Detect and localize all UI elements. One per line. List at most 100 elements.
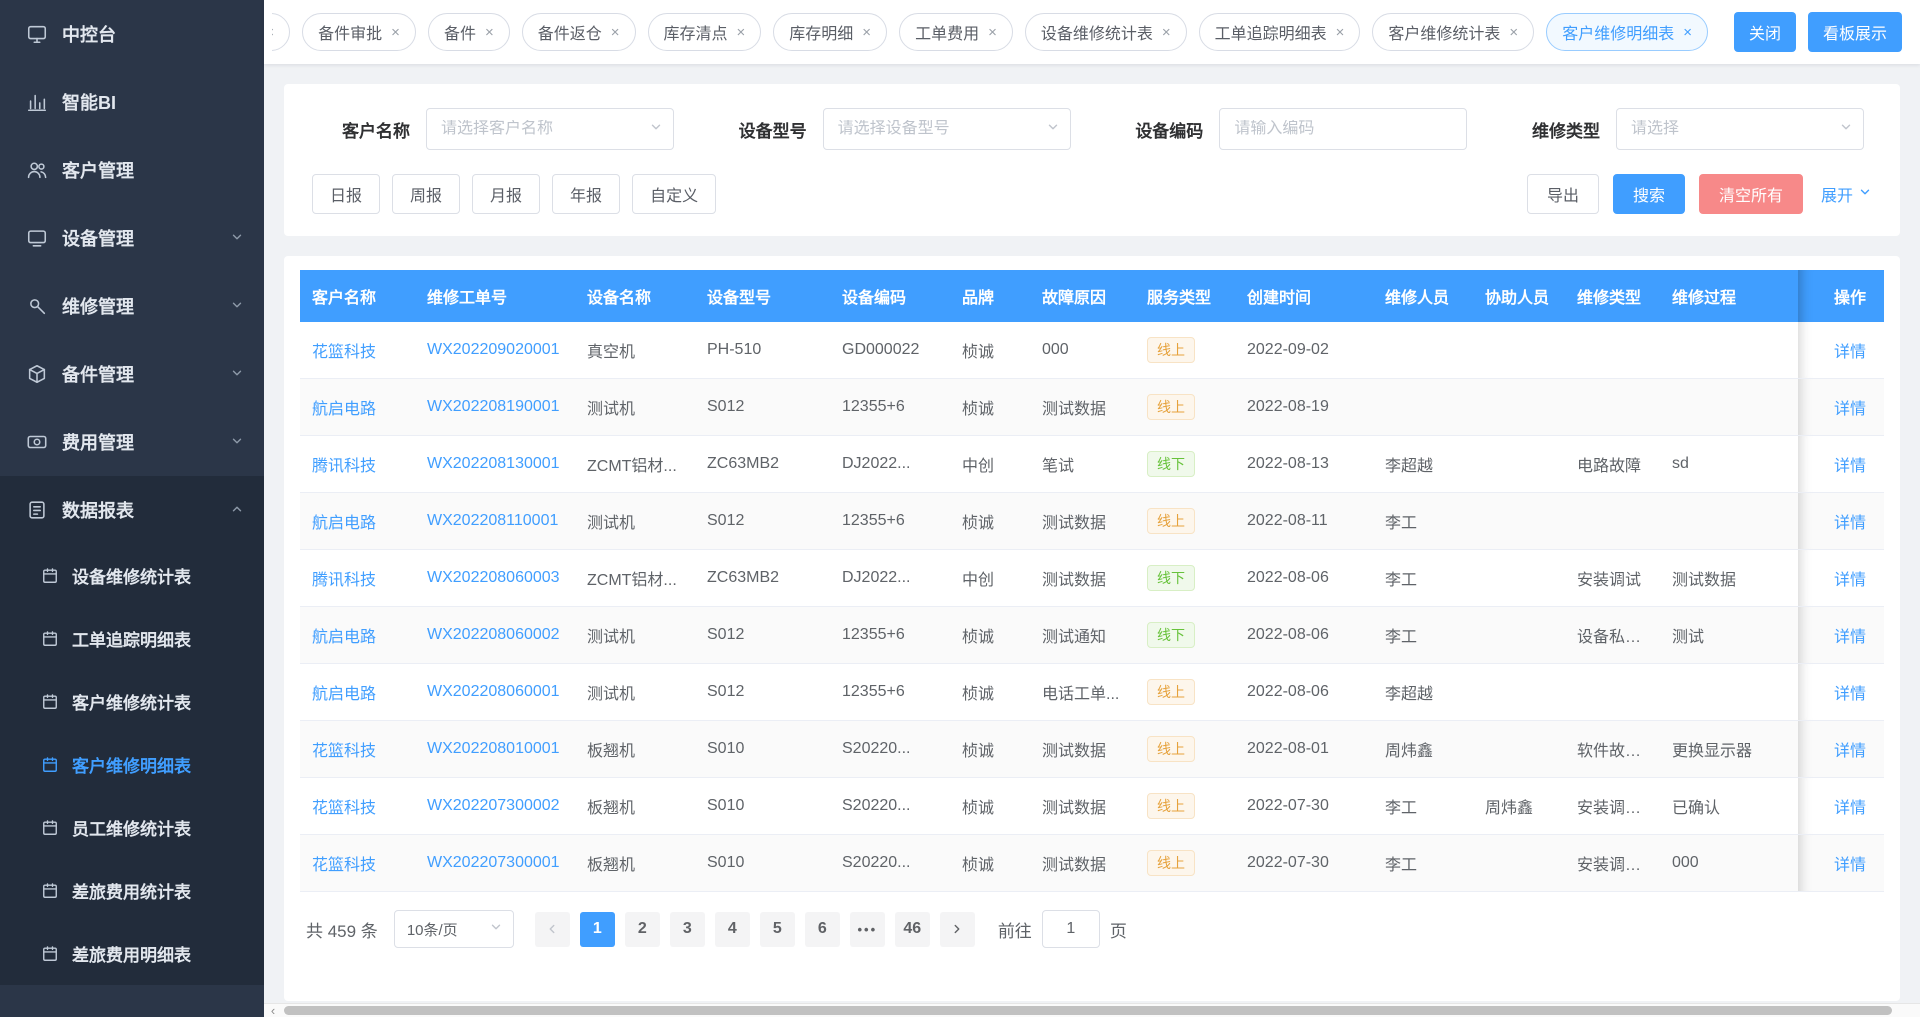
page-button-5[interactable]: 5	[760, 912, 795, 947]
filter-select-input[interactable]	[441, 120, 641, 138]
filter-text-input[interactable]	[1234, 120, 1434, 138]
tab-close-icon[interactable]: ×	[611, 25, 620, 40]
filter-input-2[interactable]	[1219, 108, 1467, 150]
page-button-3[interactable]: 3	[670, 912, 705, 947]
tab-close-icon[interactable]: ×	[862, 25, 871, 40]
close-button[interactable]: 关闭	[1734, 12, 1796, 52]
tab-item[interactable]: 备件×	[428, 13, 510, 51]
sidebar-item-devices[interactable]: 设备管理	[0, 204, 264, 272]
prev-page-button[interactable]	[535, 912, 570, 947]
detail-link[interactable]: 详情	[1834, 743, 1866, 760]
customer-link[interactable]: 航启电路	[312, 629, 376, 646]
order-no-link[interactable]: WX202207300001	[427, 854, 560, 871]
scroll-left-arrow-icon[interactable]: ‹	[264, 1004, 282, 1017]
sidebar-subitem-staff-repair-stats[interactable]: 员工维修统计表	[0, 796, 264, 859]
order-no-link[interactable]: WX202208010001	[427, 740, 560, 757]
filter-select-3[interactable]	[1616, 108, 1864, 150]
detail-link[interactable]: 详情	[1834, 401, 1866, 418]
export-button[interactable]: 导出	[1527, 174, 1599, 214]
customer-link[interactable]: 花篮科技	[312, 857, 376, 874]
tab-close-icon[interactable]: ×	[272, 25, 274, 40]
clear-all-button[interactable]: 清空所有	[1699, 174, 1803, 214]
sidebar-subitem-travel-fee-stats[interactable]: 差旅费用统计表	[0, 859, 264, 922]
tab-item[interactable]: 设备维修统计表×	[1025, 13, 1187, 51]
order-no-link[interactable]: WX202208060002	[427, 626, 560, 643]
order-no-link[interactable]: WX202208060001	[427, 683, 560, 700]
period-button-4[interactable]: 自定义	[632, 174, 716, 214]
sidebar-item-repair[interactable]: 维修管理	[0, 272, 264, 340]
order-no-link[interactable]: WX202207300002	[427, 797, 560, 814]
customer-link[interactable]: 花篮科技	[312, 344, 376, 361]
tab-close-icon[interactable]: ×	[988, 25, 997, 40]
page-button-4[interactable]: 4	[715, 912, 750, 947]
sidebar-item-parts[interactable]: 备件管理	[0, 340, 264, 408]
sidebar-item-reports[interactable]: 数据报表	[0, 476, 264, 544]
next-page-button[interactable]	[940, 912, 975, 947]
tab-close-icon[interactable]: ×	[391, 25, 400, 40]
tab-item[interactable]: 客户维修统计表×	[1372, 13, 1534, 51]
filter-select-0[interactable]	[426, 108, 674, 150]
sidebar-item-bi[interactable]: 智能BI	[0, 68, 264, 136]
filter-select-1[interactable]	[823, 108, 1071, 150]
tab-item[interactable]: 仓库×	[272, 13, 290, 51]
customer-link[interactable]: 航启电路	[312, 515, 376, 532]
period-button-1[interactable]: 周报	[392, 174, 460, 214]
page-size-select[interactable]: 10条/页	[394, 910, 514, 948]
page-button-46[interactable]: 46	[895, 912, 930, 947]
customer-link[interactable]: 航启电路	[312, 686, 376, 703]
customer-link[interactable]: 花篮科技	[312, 743, 376, 760]
period-button-2[interactable]: 月报	[472, 174, 540, 214]
sidebar-subitem-device-repair-stats[interactable]: 设备维修统计表	[0, 544, 264, 607]
detail-link[interactable]: 详情	[1834, 515, 1866, 532]
board-display-button[interactable]: 看板展示	[1808, 12, 1902, 52]
sidebar-subitem-workorder-tracking-detail[interactable]: 工单追踪明细表	[0, 607, 264, 670]
period-button-0[interactable]: 日报	[312, 174, 380, 214]
customer-link[interactable]: 腾讯科技	[312, 572, 376, 589]
customer-link[interactable]: 腾讯科技	[312, 458, 376, 475]
customer-link[interactable]: 航启电路	[312, 401, 376, 418]
detail-link[interactable]: 详情	[1834, 857, 1866, 874]
order-no-link[interactable]: WX202208110001	[427, 512, 558, 529]
filter-select-input[interactable]	[838, 120, 1038, 138]
sidebar-subitem-customer-repair-detail[interactable]: 客户维修明细表	[0, 733, 264, 796]
order-no-link[interactable]: WX202208190001	[427, 398, 560, 415]
order-no-link[interactable]: WX202209020001	[427, 341, 560, 358]
expand-toggle[interactable]: 展开	[1821, 182, 1872, 206]
goto-page-input[interactable]	[1042, 910, 1100, 948]
tab-item[interactable]: 工单费用×	[899, 13, 1013, 51]
tab-item[interactable]: 库存明细×	[773, 13, 887, 51]
order-no-link[interactable]: WX202208130001	[427, 455, 560, 472]
period-button-3[interactable]: 年报	[552, 174, 620, 214]
horizontal-scrollbar[interactable]: ‹	[264, 1003, 1920, 1017]
tab-item[interactable]: 库存清点×	[648, 13, 762, 51]
tab-close-icon[interactable]: ×	[1336, 25, 1345, 40]
detail-link[interactable]: 详情	[1834, 458, 1866, 475]
sidebar-item-console[interactable]: 中控台	[0, 0, 264, 68]
detail-link[interactable]: 详情	[1834, 800, 1866, 817]
sidebar-subitem-customer-repair-stats[interactable]: 客户维修统计表	[0, 670, 264, 733]
tab-close-icon[interactable]: ×	[1162, 25, 1171, 40]
customer-link[interactable]: 花篮科技	[312, 800, 376, 817]
tab-item[interactable]: 备件返仓×	[522, 13, 636, 51]
tab-item[interactable]: 客户维修明细表×	[1546, 13, 1708, 51]
detail-link[interactable]: 详情	[1834, 686, 1866, 703]
page-button-2[interactable]: 2	[625, 912, 660, 947]
sidebar-item-customers[interactable]: 客户管理	[0, 136, 264, 204]
order-no-link[interactable]: WX202208060003	[427, 569, 560, 586]
filter-select-input[interactable]	[1631, 120, 1831, 138]
tab-close-icon[interactable]: ×	[485, 25, 494, 40]
detail-link[interactable]: 详情	[1834, 629, 1866, 646]
sidebar-item-fees[interactable]: 费用管理	[0, 408, 264, 476]
more-pages-button[interactable]: •••	[850, 912, 885, 947]
search-button[interactable]: 搜索	[1613, 174, 1685, 214]
page-button-1[interactable]: 1	[580, 912, 615, 947]
tab-close-icon[interactable]: ×	[1509, 25, 1518, 40]
scrollbar-thumb[interactable]	[284, 1006, 1892, 1015]
detail-link[interactable]: 详情	[1834, 572, 1866, 589]
tab-close-icon[interactable]: ×	[737, 25, 746, 40]
tab-item[interactable]: 工单追踪明细表×	[1199, 13, 1361, 51]
tab-close-icon[interactable]: ×	[1683, 25, 1692, 40]
sidebar-subitem-travel-fee-detail[interactable]: 差旅费用明细表	[0, 922, 264, 985]
tab-item[interactable]: 备件审批×	[302, 13, 416, 51]
page-button-6[interactable]: 6	[805, 912, 840, 947]
